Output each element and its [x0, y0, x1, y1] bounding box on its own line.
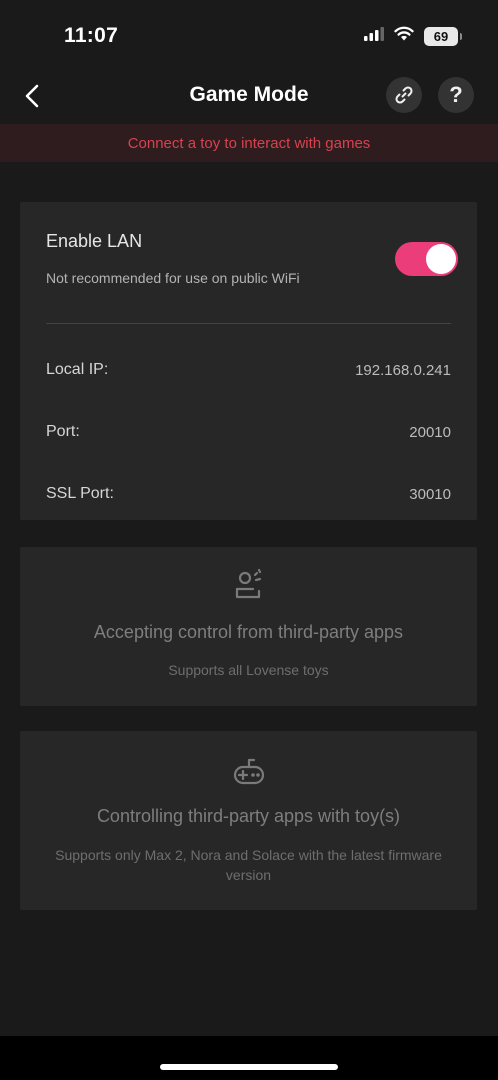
warning-text: Connect a toy to interact with games — [127, 134, 371, 152]
accept-control-title: Accepting control from third-party apps — [93, 622, 404, 642]
signal-icon — [364, 26, 384, 46]
ssl-port-row: SSL Port: 30010 — [46, 482, 451, 506]
control-apps-subtitle: Supports only Max 2, Nora and Solace wit… — [55, 847, 442, 883]
lan-card: Enable LAN Not recommended for use on pu… — [20, 202, 477, 520]
person-control-icon — [20, 569, 477, 603]
local-ip-value: 192.168.0.241 — [355, 361, 451, 379]
local-ip-row: Local IP: 192.168.0.241 — [46, 358, 451, 382]
lan-title: Enable LAN — [46, 231, 143, 251]
control-apps-title: Controlling third-party apps with toy(s) — [96, 806, 401, 826]
ssl-port-label: SSL Port: — [46, 485, 114, 502]
help-button[interactable]: ? — [438, 77, 474, 113]
local-ip-label: Local IP: — [46, 361, 109, 378]
lan-subtitle: Not recommended for use on public WiFi — [46, 270, 300, 286]
page-title: Game Mode — [189, 83, 309, 106]
accept-control-card[interactable]: Accepting control from third-party apps … — [20, 547, 477, 706]
link-icon — [395, 86, 413, 104]
link-button[interactable] — [386, 77, 422, 113]
toggle-knob — [426, 244, 456, 274]
nav-bar: Game Mode ? — [0, 70, 498, 122]
ssl-port-value: 30010 — [409, 485, 451, 503]
gamepad-icon — [20, 757, 477, 787]
port-row: Port: 20010 — [46, 420, 451, 444]
home-indicator[interactable] — [160, 1064, 338, 1070]
help-icon: ? — [449, 82, 463, 107]
warning-banner: Connect a toy to interact with games — [0, 124, 498, 162]
control-apps-card[interactable]: Controlling third-party apps with toy(s)… — [20, 731, 477, 910]
accept-control-subtitle: Supports all Lovense toys — [168, 662, 329, 678]
status-bar: 11:07 69 — [0, 0, 498, 70]
enable-lan-toggle[interactable] — [395, 242, 458, 276]
wifi-icon — [394, 26, 414, 46]
home-area — [0, 1036, 498, 1080]
port-label: Port: — [46, 423, 80, 440]
port-value: 20010 — [409, 423, 451, 441]
status-icons: 69 — [364, 26, 462, 46]
battery-icon: 69 — [424, 26, 462, 46]
divider — [46, 323, 451, 324]
status-time: 11:07 — [64, 24, 119, 47]
